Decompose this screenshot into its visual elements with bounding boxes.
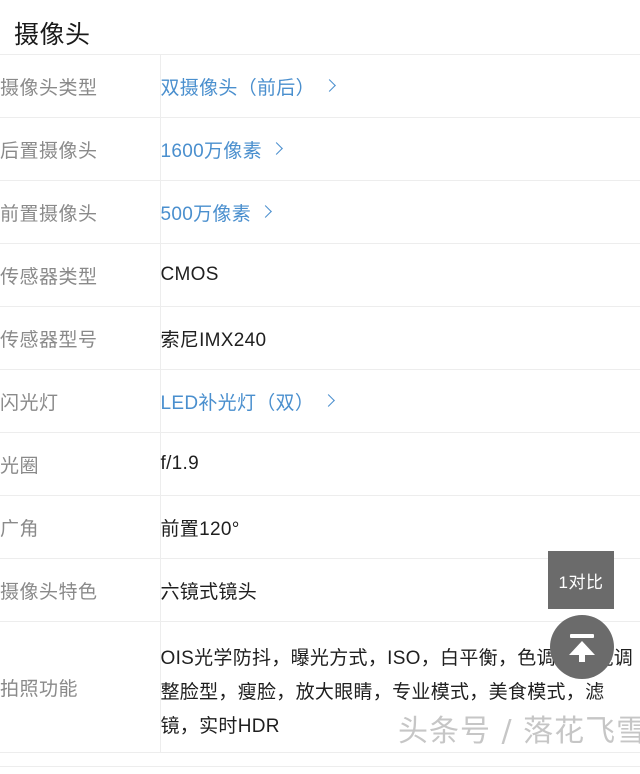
- chevron-right-icon: [270, 141, 286, 157]
- spec-label: 摄像头类型: [0, 54, 161, 118]
- table-row: 拍照功能 OIS光学防抖，曝光方式，ISO，白平衡，色调，智能调整脸型，瘦脸，放…: [0, 621, 640, 753]
- camera-spec-table: 摄像头类型 双摄像头（前后） 后置摄像头 1600万像素 前置摄像头 500万像…: [0, 54, 640, 753]
- chevron-right-icon: [322, 393, 338, 409]
- spec-label: 光圈: [0, 432, 161, 496]
- chevron-right-icon: [323, 78, 339, 94]
- table-row: 传感器类型 CMOS: [0, 243, 640, 307]
- spec-label: 广角: [0, 495, 161, 559]
- spec-value-cell: 前置120°: [160, 496, 640, 559]
- spec-value-cell: f/1.9: [160, 433, 640, 496]
- spec-label: 前置摄像头: [0, 180, 161, 244]
- spec-value-cell: CMOS: [160, 244, 640, 307]
- spec-value-text: 500万像素: [160, 203, 252, 225]
- spec-value-cell[interactable]: 双摄像头（前后）: [160, 55, 640, 118]
- spec-value-cell[interactable]: LED补光灯（双）: [160, 370, 640, 433]
- table-row: 前置摄像头 500万像素: [0, 180, 640, 244]
- spec-value-text: 索尼IMX240: [160, 329, 267, 351]
- table-row: 广角 前置120°: [0, 495, 640, 559]
- table-row: 闪光灯 LED补光灯（双）: [0, 369, 640, 433]
- table-row: 摄像头特色 六镜式镜头: [0, 558, 640, 622]
- table-row: 光圈 f/1.9: [0, 432, 640, 496]
- spec-value-text: 六镜式镜头: [160, 581, 258, 603]
- table-row: 摄像头类型 双摄像头（前后）: [0, 54, 640, 118]
- spec-label: 拍照功能: [0, 621, 161, 753]
- spec-label: 传感器类型: [0, 243, 161, 307]
- compare-badge[interactable]: 1对比: [548, 551, 614, 609]
- spec-value-text: 1600万像素: [160, 140, 262, 162]
- spec-label: 摄像头特色: [0, 558, 161, 622]
- spec-value-cell[interactable]: 1600万像素: [160, 118, 640, 181]
- spec-value-text: 前置120°: [160, 518, 240, 540]
- bottom-divider: [0, 766, 640, 767]
- spec-value-text: CMOS: [160, 264, 219, 285]
- spec-label: 传感器型号: [0, 306, 161, 370]
- spec-label: 后置摄像头: [0, 117, 161, 181]
- spec-value-text: 双摄像头（前后）: [160, 77, 315, 99]
- spec-label: 闪光灯: [0, 369, 161, 433]
- upload-arrow-icon: [567, 632, 597, 662]
- camera-spec-page: 摄像头 摄像头类型 双摄像头（前后） 后置摄像头 1600万像素 前置摄像头 5…: [0, 0, 640, 774]
- scroll-to-top-button[interactable]: [550, 615, 614, 679]
- spec-value-cell[interactable]: 500万像素: [160, 181, 640, 244]
- page-title: 摄像头: [14, 21, 91, 49]
- spec-value-cell: 索尼IMX240: [160, 307, 640, 370]
- table-row: 后置摄像头 1600万像素: [0, 117, 640, 181]
- spec-value-text: f/1.9: [160, 453, 199, 474]
- table-row: 传感器型号 索尼IMX240: [0, 306, 640, 370]
- spec-value-text: LED补光灯（双）: [160, 392, 315, 414]
- chevron-right-icon: [259, 204, 275, 220]
